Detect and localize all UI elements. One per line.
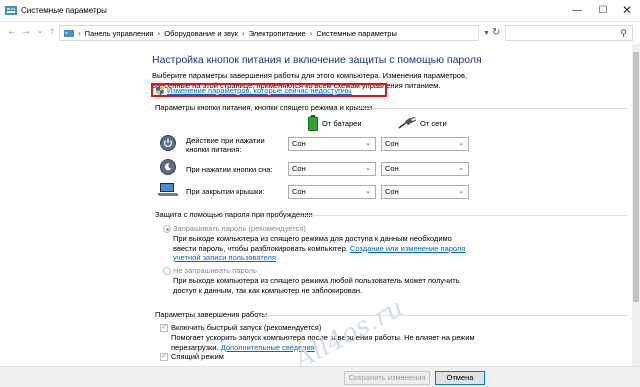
section-divider bbox=[305, 215, 628, 216]
recent-locations-chevron-icon[interactable]: ⌄ bbox=[34, 26, 46, 38]
address-bar-row: ← → ⌄ ↑ › Панель управления › Оборудован… bbox=[0, 22, 640, 44]
breadcrumb-separator-icon: › bbox=[157, 28, 161, 38]
power-button-icon bbox=[160, 135, 176, 151]
select-value: Сон bbox=[385, 139, 399, 148]
search-input[interactable]: ⚲ bbox=[505, 25, 633, 41]
sleep-button-battery-select[interactable]: Сон ⌄ bbox=[288, 162, 376, 176]
laptop-lid-icon bbox=[157, 183, 179, 196]
ac-column-label: От сети bbox=[420, 118, 447, 128]
ac-column-header: От сети bbox=[398, 117, 447, 129]
search-icon: ⚲ bbox=[620, 28, 627, 38]
require-password-label: Запрашивать пароль (рекомендуется) bbox=[173, 224, 306, 233]
refresh-icon[interactable]: ↻ bbox=[492, 27, 500, 38]
save-changes-button[interactable]: Сохранить изменения bbox=[344, 371, 430, 385]
sleep-button-action-label: При нажатии кнопки сна: bbox=[186, 165, 273, 174]
uac-shield-icon bbox=[156, 86, 164, 95]
control-panel-icon bbox=[5, 6, 17, 15]
battery-icon bbox=[308, 115, 318, 131]
vertical-scrollbar[interactable] bbox=[632, 44, 640, 366]
lid-close-ac-select[interactable]: Сон ⌄ bbox=[381, 185, 469, 199]
select-value: Сон bbox=[292, 164, 306, 173]
address-dropdown-icon[interactable]: ▼ bbox=[483, 30, 490, 37]
require-password-description: При выходе компьютера из спящего режима … bbox=[173, 234, 473, 263]
select-value: Сон bbox=[385, 164, 399, 173]
power-button-ac-select[interactable]: Сон ⌄ bbox=[381, 137, 469, 151]
select-value: Сон bbox=[385, 187, 399, 196]
footer-bar: Сохранить изменения Отмена bbox=[0, 366, 640, 387]
control-panel-small-icon bbox=[64, 29, 74, 37]
chevron-down-icon: ⌄ bbox=[365, 165, 371, 172]
fast-startup-label: Включить быстрый запуск (рекомендуется) bbox=[171, 323, 322, 332]
close-button[interactable]: ✕ bbox=[612, 0, 640, 20]
power-buttons-section-title: Параметры кнопки питания, кнопки спящего… bbox=[155, 103, 373, 112]
breadcrumb-control-panel[interactable]: Панель управления bbox=[85, 29, 154, 38]
main-content: Настройка кнопок питания и включение защ… bbox=[0, 44, 640, 375]
fast-startup-checkbox[interactable]: ✓ bbox=[160, 324, 168, 332]
section-divider bbox=[358, 108, 628, 109]
chevron-down-icon: ⌄ bbox=[458, 140, 464, 147]
sleep-mode-label: Спящий режим bbox=[171, 352, 224, 361]
power-button-action-label: Действие при нажатии кнопки питания: bbox=[186, 136, 265, 154]
power-plug-icon bbox=[398, 117, 416, 129]
section-divider bbox=[262, 315, 628, 316]
change-link-label[interactable]: Изменение параметров, которые сейчас нед… bbox=[167, 86, 352, 95]
power-button-battery-select[interactable]: Сон ⌄ bbox=[288, 137, 376, 151]
chevron-down-icon: ⌄ bbox=[458, 188, 464, 195]
no-password-description: При выходе компьютера из спящего режима … bbox=[173, 276, 460, 295]
scrollbar-thumb[interactable] bbox=[633, 52, 639, 302]
back-arrow-icon[interactable]: ← bbox=[6, 26, 18, 38]
chevron-down-icon: ⌄ bbox=[365, 188, 371, 195]
select-value: Сон bbox=[292, 139, 306, 148]
breadcrumb-separator-icon: › bbox=[309, 28, 313, 38]
page-heading: Настройка кнопок питания и включение защ… bbox=[152, 54, 482, 66]
sleep-mode-checkbox[interactable]: ✓ bbox=[160, 353, 168, 361]
no-password-radio[interactable] bbox=[163, 267, 171, 275]
address-bar[interactable]: › Панель управления › Оборудование и зву… bbox=[59, 25, 479, 41]
no-password-label: Не запрашивать пароль bbox=[173, 266, 257, 275]
password-section-title: Защита с помощью пароля при пробуждении bbox=[155, 210, 313, 219]
battery-column-label: От батареи bbox=[322, 118, 362, 128]
window-title: Системные параметры bbox=[21, 6, 107, 15]
breadcrumb-separator-icon: › bbox=[241, 28, 245, 38]
shutdown-section-title: Параметры завершения работы bbox=[155, 310, 268, 319]
lid-close-battery-select[interactable]: Сон ⌄ bbox=[288, 185, 376, 199]
forward-arrow-icon[interactable]: → bbox=[20, 26, 32, 38]
breadcrumb-separator-icon: › bbox=[78, 28, 81, 38]
select-value: Сон bbox=[292, 187, 306, 196]
up-arrow-icon[interactable]: ↑ bbox=[46, 26, 58, 38]
battery-column-header: От батареи bbox=[308, 115, 362, 131]
require-password-radio[interactable] bbox=[163, 225, 171, 233]
breadcrumb-power-options[interactable]: Электропитание bbox=[249, 29, 306, 38]
sleep-button-icon bbox=[160, 159, 176, 175]
breadcrumb-system-settings[interactable]: Системные параметры bbox=[316, 29, 396, 38]
breadcrumb-hardware-sound[interactable]: Оборудование и звук bbox=[164, 29, 238, 38]
lid-close-action-label: При закрытии крышки: bbox=[186, 187, 265, 196]
chevron-down-icon: ⌄ bbox=[458, 165, 464, 172]
change-unavailable-settings-link[interactable]: Изменение параметров, которые сейчас нед… bbox=[151, 83, 387, 97]
title-bar: Системные параметры — ☐ ✕ bbox=[0, 0, 640, 22]
cancel-button[interactable]: Отмена bbox=[435, 371, 485, 385]
chevron-down-icon: ⌄ bbox=[365, 140, 371, 147]
sleep-button-ac-select[interactable]: Сон ⌄ bbox=[381, 162, 469, 176]
